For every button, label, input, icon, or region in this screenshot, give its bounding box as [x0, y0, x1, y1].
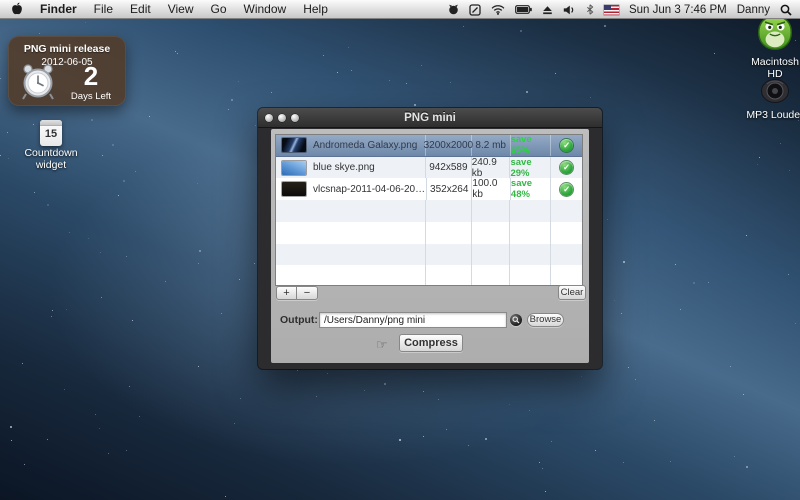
window-zoom-button[interactable] [291, 114, 299, 122]
file-size: 8.2 mb [475, 140, 506, 151]
output-path-input[interactable] [319, 312, 507, 328]
menu-file[interactable]: File [94, 2, 113, 16]
table-row[interactable]: vlcsnap-2011-04-06-20h40m36s165.png 352x… [276, 178, 582, 200]
countdown-label-line1: Countdown [13, 148, 89, 160]
reveal-in-finder-icon[interactable] [510, 314, 522, 326]
desktop-icon-macintosh-hd[interactable]: Macintosh HD [745, 12, 800, 80]
empty-table-row [276, 200, 582, 222]
menu-go[interactable]: Go [211, 2, 227, 16]
growl-icon[interactable] [448, 4, 459, 15]
file-size: 100.0 kb [472, 178, 510, 200]
window-minimize-button[interactable] [278, 114, 286, 122]
file-name: vlcsnap-2011-04-06-20h40m36s165.png [313, 184, 426, 195]
volume-icon[interactable] [563, 5, 576, 15]
eject-icon[interactable] [542, 5, 553, 15]
file-size: 240.9 kb [472, 157, 510, 179]
monster-drive-icon [754, 43, 796, 55]
window-content-panel: Andromeda Galaxy.png 3200x2000 8.2 mb sa… [271, 129, 589, 363]
table-row[interactable]: Andromeda Galaxy.png 3200x2000 8.2 mb sa… [276, 135, 582, 157]
output-row: Output: Browse [271, 312, 589, 328]
file-save-percent: save 48% [511, 178, 550, 200]
check-icon[interactable]: ✓ [560, 139, 573, 152]
spotlight-icon[interactable] [780, 4, 792, 16]
output-label: Output: [280, 314, 316, 326]
countdown-widget[interactable]: PNG mini release 2012-06-05 2 Days Left [8, 36, 126, 106]
file-save-percent: save 29% [510, 157, 550, 179]
widget-days-value: 2 [60, 62, 122, 90]
alarm-clock-icon [18, 60, 58, 107]
remove-file-button[interactable]: − [297, 286, 318, 300]
file-name: blue skye.png [313, 162, 375, 173]
window-close-button[interactable] [265, 114, 273, 122]
wifi-icon[interactable] [491, 4, 505, 15]
countdown-label-line2: widget [13, 160, 89, 172]
table-row[interactable]: blue skye.png 942x589 240.9 kb save 29% … [276, 157, 582, 179]
check-icon[interactable]: ✓ [560, 161, 573, 174]
png-mini-window: PNG mini Andromeda Galaxy.png 3200x2000 … [258, 108, 602, 369]
menu-help[interactable]: Help [303, 2, 328, 16]
compress-row: ☞ Compress [271, 334, 589, 356]
macintosh-hd-label-line1: Macintosh [745, 57, 800, 69]
pointing-hand-icon: ☞ [376, 337, 388, 353]
widget-title: PNG mini release [8, 36, 126, 55]
file-thumbnail [282, 161, 306, 175]
empty-table-row [276, 244, 582, 266]
add-file-button[interactable]: + [276, 286, 297, 300]
calendar-day: 15 [40, 126, 62, 143]
input-source-icon[interactable] [469, 4, 481, 16]
apple-menu-icon[interactable] [11, 2, 23, 16]
menu-window[interactable]: Window [244, 2, 287, 16]
menu-edit[interactable]: Edit [130, 2, 151, 16]
file-thumbnail [282, 138, 306, 152]
compress-button[interactable]: Compress [399, 334, 463, 352]
file-dimensions: 942x589 [429, 162, 467, 173]
file-name: Andromeda Galaxy.png [313, 140, 417, 151]
calendar-icon: 15 [40, 120, 62, 146]
desktop: Finder File Edit View Go Window Help [0, 0, 800, 500]
window-title: PNG mini [404, 112, 456, 124]
clear-button[interactable]: Clear [558, 285, 586, 300]
menu-app-name[interactable]: Finder [40, 2, 77, 16]
check-icon[interactable]: ✓ [560, 183, 573, 196]
speaker-icon [758, 96, 792, 108]
mp3-louder-label: MP3 Louder [745, 110, 800, 122]
menu-clock[interactable]: Sun Jun 3 7:46 PM [629, 4, 727, 16]
battery-icon[interactable] [515, 5, 532, 14]
menu-view[interactable]: View [168, 2, 194, 16]
file-thumbnail [282, 182, 306, 196]
empty-table-row [276, 222, 582, 244]
file-save-percent: save 65% [511, 134, 551, 156]
us-flag-icon[interactable] [604, 5, 619, 15]
file-dimensions: 3200x2000 [424, 140, 474, 151]
file-dimensions: 352x264 [430, 184, 468, 195]
browse-button[interactable]: Browse [527, 313, 564, 327]
file-table: Andromeda Galaxy.png 3200x2000 8.2 mb sa… [275, 134, 583, 286]
bluetooth-icon[interactable] [586, 4, 594, 15]
window-titlebar[interactable]: PNG mini [258, 108, 602, 128]
menu-bar: Finder File Edit View Go Window Help [0, 0, 800, 19]
menu-user[interactable]: Danny [737, 4, 770, 16]
widget-days-label: Days Left [60, 91, 122, 102]
desktop-icon-mp3-louder[interactable]: MP3 Louder [745, 78, 800, 122]
desktop-icon-countdown-widget[interactable]: 15 Countdown widget [13, 120, 89, 171]
empty-table-row [276, 265, 582, 286]
